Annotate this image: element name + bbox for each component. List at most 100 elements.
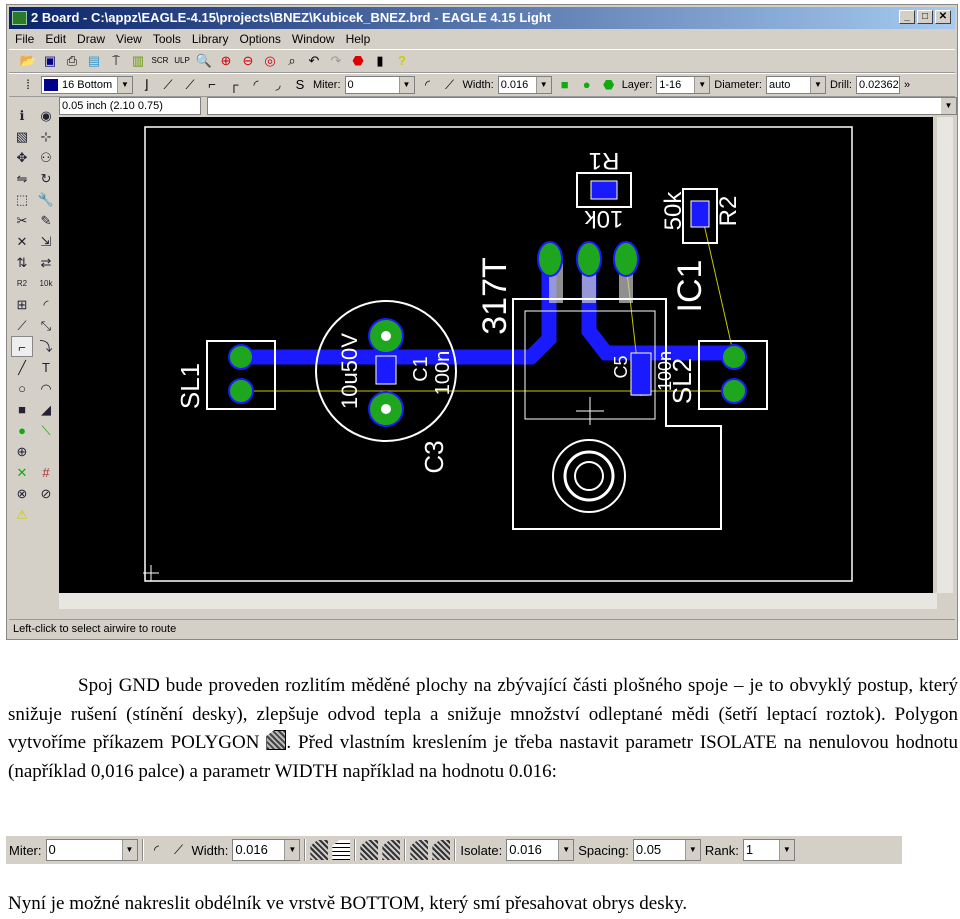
undo-icon[interactable]: ↶ bbox=[305, 52, 323, 70]
round-miter-icon[interactable]: ◜ bbox=[419, 76, 437, 94]
drc-icon[interactable]: ⊘ bbox=[35, 483, 57, 504]
paste-icon[interactable]: ✎ bbox=[35, 210, 57, 231]
wire-bend-1-icon[interactable]: ⟋ bbox=[159, 76, 177, 94]
menu-help[interactable]: Help bbox=[346, 32, 371, 46]
help-icon[interactable]: ? bbox=[393, 52, 411, 70]
save-icon[interactable]: ▣ bbox=[41, 52, 59, 70]
rect-icon[interactable]: ■ bbox=[11, 399, 33, 420]
route-icon[interactable]: ⌐ bbox=[11, 336, 33, 357]
move-icon[interactable]: ✥ bbox=[11, 147, 33, 168]
rotate-icon[interactable]: ↻ bbox=[35, 168, 57, 189]
hole-icon[interactable]: ⊕ bbox=[11, 441, 33, 462]
pour-solid-icon[interactable] bbox=[310, 840, 329, 860]
wire-bend-6-icon[interactable]: ◞ bbox=[269, 76, 287, 94]
pinswap-icon[interactable]: ⇅ bbox=[11, 252, 33, 273]
wire-bend-0-icon[interactable]: ⌋ bbox=[137, 76, 155, 94]
menu-library[interactable]: Library bbox=[192, 32, 229, 46]
show-icon[interactable]: ◉ bbox=[35, 105, 57, 126]
more-chevron-icon[interactable]: » bbox=[904, 79, 910, 91]
zoom-in-icon[interactable]: ⊕ bbox=[217, 52, 235, 70]
via-square-icon[interactable]: ■ bbox=[556, 76, 574, 94]
command-line[interactable]: ▼ bbox=[207, 97, 957, 115]
zoom-out-icon[interactable]: ⊖ bbox=[239, 52, 257, 70]
ratsnest-icon[interactable]: ✕ bbox=[11, 462, 33, 483]
print-icon[interactable]: ⎙ bbox=[63, 52, 81, 70]
wire-bend-2-icon[interactable]: ⟋ bbox=[181, 76, 199, 94]
diameter-select[interactable]: auto ▼ bbox=[765, 76, 826, 94]
zoom-select-icon[interactable]: ⌕ bbox=[283, 52, 301, 70]
isolate-select[interactable]: 0.016 ▼ bbox=[506, 839, 575, 861]
circle-icon[interactable]: ○ bbox=[11, 378, 33, 399]
wire-bend-5-icon[interactable]: ◜ bbox=[247, 76, 265, 94]
wire-bend-7-icon[interactable]: S bbox=[291, 76, 309, 94]
command-history-dropdown[interactable]: ▼ bbox=[941, 98, 956, 114]
library-icon[interactable]: ▥ bbox=[129, 52, 147, 70]
wire-bend-4-icon[interactable]: ┌ bbox=[225, 76, 243, 94]
menu-tools[interactable]: Tools bbox=[153, 32, 181, 46]
info-icon[interactable]: ℹ bbox=[11, 105, 33, 126]
redraw-icon[interactable]: ◎ bbox=[261, 52, 279, 70]
wire-icon[interactable]: ╱ bbox=[11, 357, 33, 378]
errors-icon[interactable]: ⚠ bbox=[11, 504, 33, 525]
spacing-select[interactable]: 0.05 ▼ bbox=[632, 839, 701, 861]
value-icon[interactable]: 10k bbox=[35, 273, 57, 294]
arc-icon[interactable]: ◠ bbox=[35, 378, 57, 399]
thermals-on-icon[interactable] bbox=[360, 840, 379, 860]
menu-edit[interactable]: Edit bbox=[45, 32, 66, 46]
via-layer-select[interactable]: 1-16 ▼ bbox=[656, 76, 711, 94]
miter-icon[interactable]: ◜ bbox=[35, 294, 57, 315]
display-icon[interactable]: ▧ bbox=[11, 126, 33, 147]
autorouter-icon[interactable]: # bbox=[35, 462, 57, 483]
pour-hatch-icon[interactable] bbox=[332, 840, 351, 860]
add-icon[interactable]: ⇲ bbox=[35, 231, 57, 252]
maximize-button[interactable]: □ bbox=[917, 10, 933, 24]
via-icon[interactable]: ● bbox=[11, 420, 33, 441]
zoom-fit-icon[interactable]: 🔍 bbox=[195, 52, 213, 70]
miter-select[interactable]: 0 ▼ bbox=[344, 76, 415, 94]
grid-icon[interactable]: ⁞ bbox=[19, 76, 37, 94]
via-round-icon[interactable]: ● bbox=[578, 76, 596, 94]
wire-bend-3-icon[interactable]: ⌐ bbox=[203, 76, 221, 94]
split-icon[interactable]: ⟋ bbox=[11, 315, 33, 336]
delete-icon[interactable]: ✕ bbox=[11, 231, 33, 252]
drill-select[interactable]: 0.02362 bbox=[855, 76, 900, 94]
rank-select[interactable]: 1 ▼ bbox=[742, 839, 795, 861]
optimize-icon[interactable]: ⤡ bbox=[35, 315, 57, 336]
menu-file[interactable]: File bbox=[15, 32, 34, 46]
replace-icon[interactable]: ⇄ bbox=[35, 252, 57, 273]
cam-icon[interactable]: ▤ bbox=[85, 52, 103, 70]
smash-icon[interactable]: ⊞ bbox=[11, 294, 33, 315]
menu-view[interactable]: View bbox=[116, 32, 142, 46]
horizontal-scrollbar[interactable] bbox=[59, 593, 937, 609]
copy-icon[interactable]: ⚇ bbox=[35, 147, 57, 168]
orphans-off-icon[interactable] bbox=[410, 840, 429, 860]
board-canvas[interactable]: R1 10k 50k R2 317T IC1 SL1 SL2 10u50V C1… bbox=[59, 117, 933, 593]
via-octagon-icon[interactable]: ⬣ bbox=[600, 76, 618, 94]
orphans-on-icon[interactable] bbox=[432, 840, 451, 860]
ripup-icon[interactable]: ⤵ bbox=[35, 336, 57, 357]
redo-icon[interactable]: ↷ bbox=[327, 52, 345, 70]
round-miter-icon[interactable]: ◜ bbox=[148, 841, 166, 859]
straight-miter-icon[interactable]: ⟋ bbox=[170, 841, 188, 859]
straight-miter-icon[interactable]: ⟋ bbox=[441, 76, 459, 94]
menu-options[interactable]: Options bbox=[240, 32, 281, 46]
group-icon[interactable]: ⬚ bbox=[11, 189, 33, 210]
erc-icon[interactable]: ⊗ bbox=[11, 483, 33, 504]
width-select[interactable]: 0.016 ▼ bbox=[232, 839, 301, 861]
vertical-scrollbar[interactable] bbox=[937, 117, 953, 593]
script-icon[interactable]: SCR bbox=[151, 52, 169, 70]
stop-icon[interactable]: ⬣ bbox=[349, 52, 367, 70]
thermals-off-icon[interactable] bbox=[382, 840, 401, 860]
menu-draw[interactable]: Draw bbox=[77, 32, 105, 46]
name-icon[interactable]: R2 bbox=[11, 273, 33, 294]
width-select[interactable]: 0.016 ▼ bbox=[497, 76, 552, 94]
change-icon[interactable]: 🔧 bbox=[35, 189, 57, 210]
open-icon[interactable]: 📂 bbox=[19, 52, 37, 70]
close-button[interactable]: ✕ bbox=[935, 10, 951, 24]
signal-icon[interactable]: ⟍ bbox=[35, 420, 57, 441]
go-icon[interactable]: ▮ bbox=[371, 52, 389, 70]
layer-select[interactable]: 16 Bottom ▼ bbox=[41, 76, 133, 94]
ulp-icon[interactable]: ULP bbox=[173, 52, 191, 70]
polygon-icon[interactable]: ◢ bbox=[35, 399, 57, 420]
cut-icon[interactable]: ✂ bbox=[11, 210, 33, 231]
